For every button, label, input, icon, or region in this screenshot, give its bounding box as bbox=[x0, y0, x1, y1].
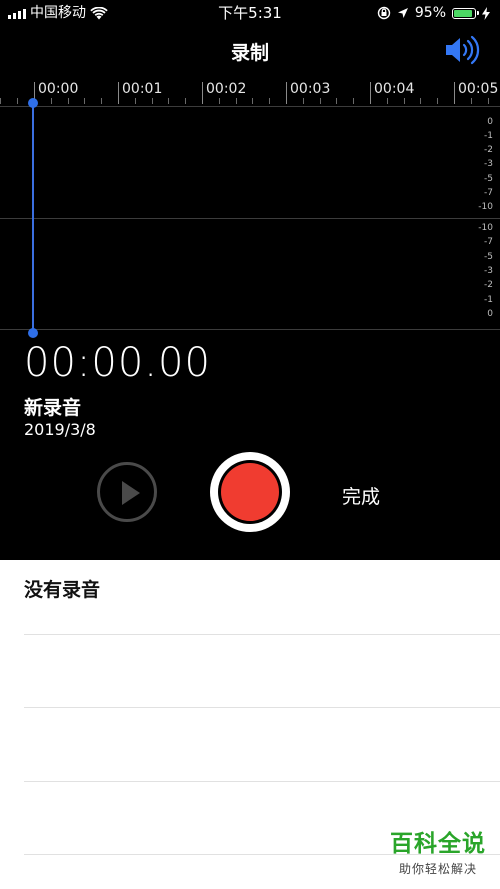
timeline-label: 00:03 bbox=[290, 81, 331, 97]
timeline-minor-tick bbox=[0, 98, 2, 104]
db-label: -2 bbox=[484, 280, 493, 290]
playhead-bottom-handle[interactable] bbox=[28, 328, 38, 338]
timeline-minor-tick bbox=[67, 98, 69, 104]
watermark-subtitle: 助你轻松解决 bbox=[398, 862, 477, 876]
timeline-minor-tick bbox=[252, 98, 254, 104]
list-separator bbox=[24, 781, 500, 782]
db-label: -7 bbox=[484, 237, 493, 247]
timeline-minor-tick bbox=[17, 98, 19, 104]
timeline-tick bbox=[454, 82, 455, 104]
record-icon bbox=[221, 463, 279, 521]
timeline-label: 00:00 bbox=[38, 81, 79, 97]
timeline-minor-tick bbox=[134, 98, 136, 104]
recorder-panel: 中国移动 下午5:31 95% 录制 00:00 00:01 00:02 00:… bbox=[0, 0, 500, 560]
waveform-center-line bbox=[0, 218, 500, 219]
timeline-minor-tick bbox=[420, 98, 422, 104]
timeline-tick bbox=[202, 82, 203, 104]
speaker-volume-icon bbox=[446, 35, 480, 65]
timeline-minor-tick bbox=[269, 98, 271, 104]
timeline-tick bbox=[370, 82, 371, 104]
timeline-label: 00:04 bbox=[374, 81, 415, 97]
empty-list-label: 没有录音 bbox=[24, 579, 101, 601]
battery-percent: 95% bbox=[414, 5, 446, 21]
timeline-minor-tick bbox=[437, 98, 439, 104]
watermark: 百科全说 助你轻松解决 bbox=[390, 824, 486, 877]
timeline-minor-tick bbox=[185, 98, 187, 104]
db-label: -10 bbox=[478, 202, 493, 212]
battery-icon bbox=[452, 7, 479, 19]
timeline-minor-tick bbox=[353, 98, 355, 104]
charging-icon bbox=[482, 6, 490, 20]
timeline-label: 00:01 bbox=[122, 81, 163, 97]
timeline-label: 00:05 bbox=[458, 81, 499, 97]
timeline-minor-tick bbox=[235, 98, 237, 104]
db-label: -10 bbox=[478, 223, 493, 233]
speaker-button[interactable] bbox=[444, 34, 480, 66]
page-title: 录制 bbox=[230, 42, 269, 64]
timeline-minor-tick bbox=[319, 98, 321, 104]
timeline-tick bbox=[118, 82, 119, 104]
timeline-minor-tick bbox=[336, 98, 338, 104]
db-label: -5 bbox=[484, 252, 493, 262]
watermark-title: 百科全说 bbox=[390, 831, 486, 857]
play-icon bbox=[122, 481, 140, 505]
timeline-minor-tick bbox=[302, 98, 304, 104]
timeline-label: 00:02 bbox=[206, 81, 247, 97]
db-label: -7 bbox=[484, 188, 493, 198]
orientation-lock-icon bbox=[377, 6, 391, 20]
db-label: -3 bbox=[484, 266, 493, 276]
db-label: 0 bbox=[487, 117, 493, 127]
waveform-bottom-line bbox=[0, 329, 500, 330]
db-label: -2 bbox=[484, 145, 493, 155]
playhead-line[interactable] bbox=[32, 103, 34, 333]
record-button-ring bbox=[218, 460, 282, 524]
timeline-minor-tick bbox=[487, 98, 489, 104]
timeline-minor-tick bbox=[84, 98, 86, 104]
playhead-top-handle[interactable] bbox=[28, 98, 38, 108]
record-button[interactable] bbox=[210, 452, 290, 532]
timeline-minor-tick bbox=[403, 98, 405, 104]
db-label: 0 bbox=[487, 309, 493, 319]
list-separator bbox=[24, 634, 500, 635]
timeline-tick bbox=[286, 82, 287, 104]
db-label: -1 bbox=[484, 295, 493, 305]
timeline-minor-tick bbox=[101, 98, 103, 104]
timeline-minor-tick bbox=[386, 98, 388, 104]
done-button[interactable]: 完成 bbox=[342, 482, 380, 509]
timeline-minor-tick bbox=[470, 98, 472, 104]
timeline-minor-tick bbox=[50, 98, 52, 104]
list-separator bbox=[24, 707, 500, 708]
db-label: -5 bbox=[484, 174, 493, 184]
location-icon bbox=[397, 8, 408, 18]
play-button[interactable] bbox=[97, 462, 157, 522]
timeline-minor-tick bbox=[218, 98, 220, 104]
timeline-minor-tick bbox=[168, 98, 170, 104]
status-bar-right: 95% bbox=[377, 0, 490, 26]
recording-name[interactable]: 新录音 bbox=[24, 393, 81, 420]
recording-date: 2019/3/8 bbox=[24, 420, 96, 439]
db-label: -3 bbox=[484, 159, 493, 169]
waveform-top-line bbox=[0, 106, 500, 107]
elapsed-time: 00:00.00 bbox=[24, 340, 211, 386]
timeline-ruler[interactable]: 00:00 00:01 00:02 00:03 00:04 00:05 bbox=[0, 78, 500, 106]
db-label: -1 bbox=[484, 131, 493, 141]
timeline-minor-tick bbox=[151, 98, 153, 104]
